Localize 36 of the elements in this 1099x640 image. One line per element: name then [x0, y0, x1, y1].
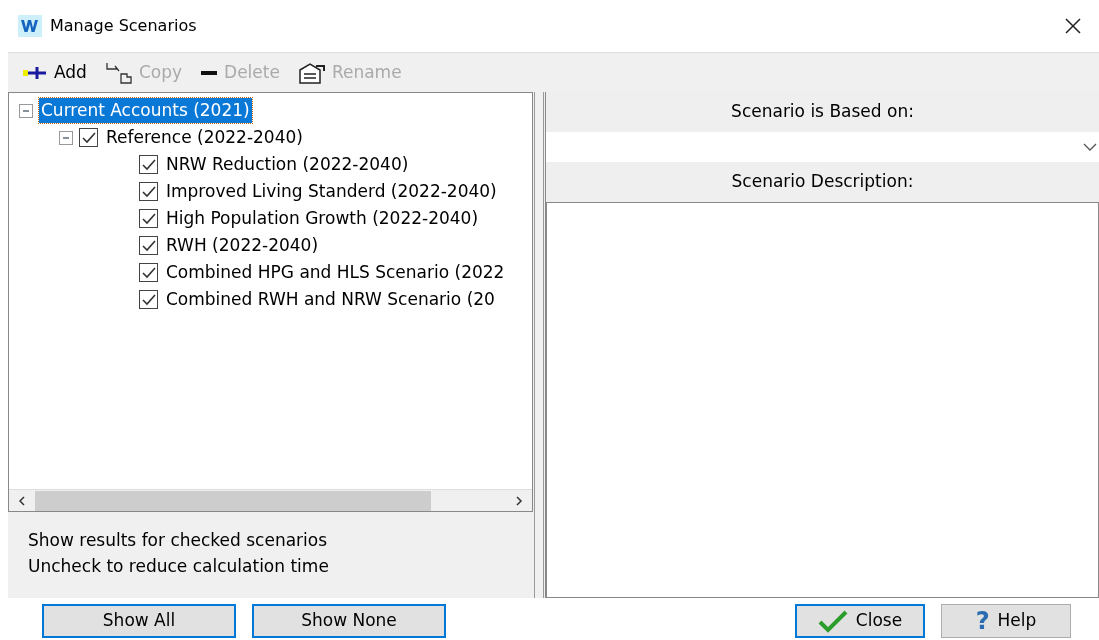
dialog-button[interactable]: Show All — [42, 604, 236, 638]
dialog-button[interactable]: Close — [795, 604, 925, 638]
tree-item[interactable]: Current Accounts (2021) — [39, 97, 252, 124]
tree-item[interactable]: RWH (2022-2040) — [164, 232, 321, 259]
checkbox[interactable] — [139, 236, 158, 255]
plus-icon — [22, 65, 48, 80]
window-title: Manage Scenarios — [50, 15, 197, 37]
hint-text: Uncheck to reduce calculation time — [28, 554, 330, 578]
tree-item[interactable]: Combined RWH and NRW Scenario (20 — [164, 286, 497, 313]
horizontal-scrollbar[interactable] — [9, 489, 532, 511]
dialog-button[interactable]: Show None — [252, 604, 446, 638]
collapse-icon[interactable] — [59, 130, 73, 145]
checkbox[interactable] — [79, 128, 98, 147]
app-logo-icon — [18, 15, 42, 37]
checkbox[interactable] — [139, 290, 158, 309]
tree-item[interactable]: Reference (2022-2040) — [104, 124, 305, 151]
checkbox[interactable] — [139, 263, 158, 282]
checkmark-icon — [817, 609, 848, 633]
tree-item[interactable]: Combined HPG and HLS Scenario (2022 — [164, 259, 507, 286]
tree-item[interactable]: Improved Living Standerd (2022-2040) — [164, 178, 499, 205]
house-icon — [297, 61, 326, 84]
close-icon[interactable] — [1065, 18, 1081, 34]
tree-item[interactable]: High Population Growth (2022-2040) — [164, 205, 481, 232]
chevron-down-icon — [1083, 143, 1097, 151]
minus-icon — [200, 69, 219, 76]
checkbox[interactable] — [139, 209, 158, 228]
collapse-icon[interactable] — [19, 103, 33, 118]
checkbox[interactable] — [139, 155, 158, 174]
copy-icon — [104, 61, 133, 84]
description-field[interactable] — [546, 202, 1099, 598]
hint-text: Show results for checked scenarios — [28, 529, 329, 552]
question-icon: ? — [975, 609, 990, 633]
toolbar-button[interactable]: Add — [20, 59, 89, 86]
dialog-button[interactable]: ? Help — [941, 604, 1071, 638]
tree-item[interactable]: NRW Reduction (2022-2040) — [164, 151, 411, 178]
checkbox[interactable] — [139, 182, 158, 201]
